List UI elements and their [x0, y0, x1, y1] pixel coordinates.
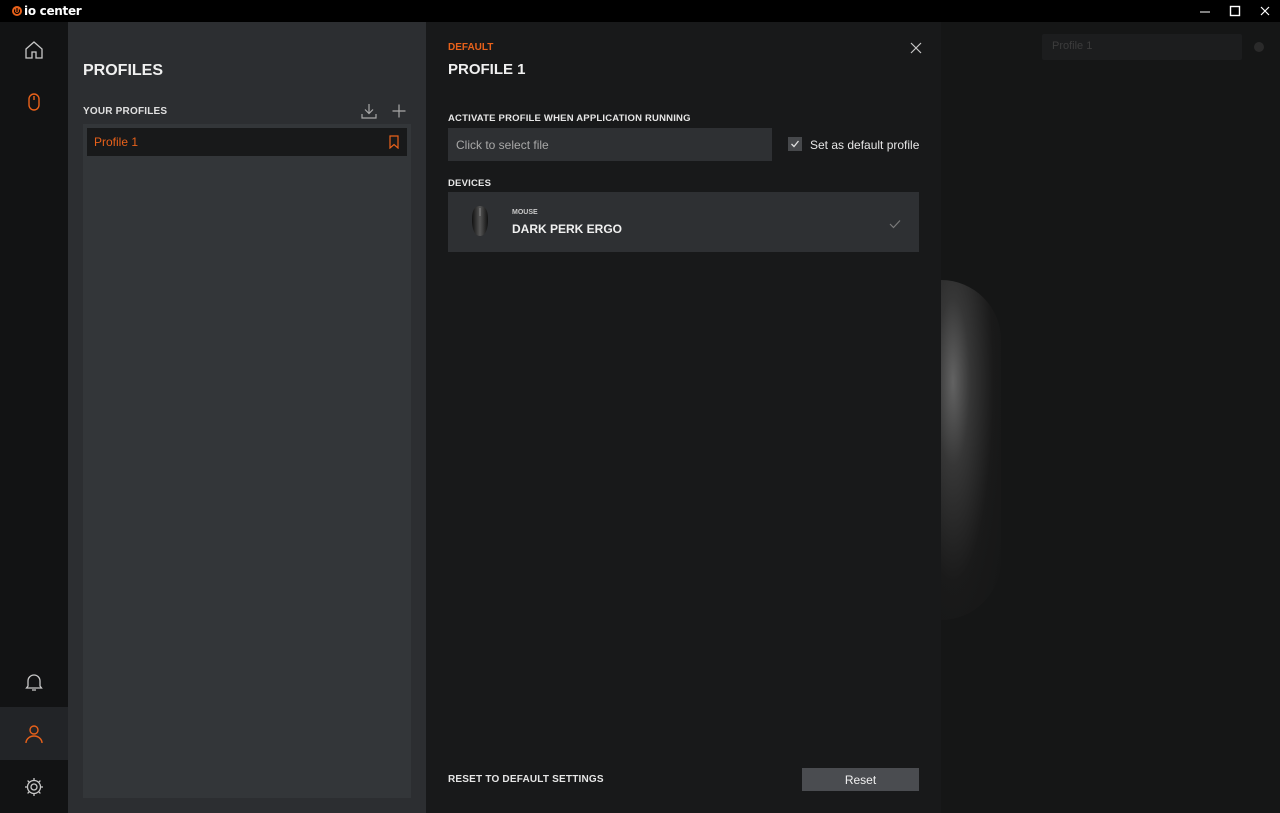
activate-profile-label: ACTIVATE PROFILE WHEN APPLICATION RUNNIN…	[448, 113, 691, 124]
background-info-icon	[1254, 42, 1264, 52]
profiles-button[interactable]	[0, 707, 68, 760]
notifications-button[interactable]	[0, 655, 68, 708]
import-profile-button[interactable]	[360, 102, 378, 120]
logo-mark-icon	[12, 6, 22, 16]
checkmark-icon	[791, 140, 800, 148]
list-item-profile-1[interactable]: Profile 1	[87, 128, 407, 156]
default-profile-label: Set as default profile	[810, 138, 920, 152]
home-button[interactable]	[0, 23, 68, 76]
bookmark-icon[interactable]	[389, 135, 399, 152]
bell-icon	[25, 673, 43, 691]
app-title: io center	[24, 4, 82, 18]
default-profile-checkbox[interactable]	[788, 137, 802, 151]
minimize-button[interactable]	[1190, 0, 1220, 22]
close-icon	[910, 42, 922, 54]
add-profile-button[interactable]	[390, 102, 408, 120]
select-file-input[interactable]	[448, 128, 772, 161]
gear-icon	[25, 777, 43, 796]
settings-button[interactable]	[0, 760, 68, 813]
profile-detail-panel: DEFAULT PROFILE 1 ACTIVATE PROFILE WHEN …	[426, 22, 941, 813]
mouse-render-image	[941, 280, 1001, 620]
profile-item-label: Profile 1	[94, 135, 139, 149]
close-window-button[interactable]	[1250, 0, 1280, 22]
profiles-panel: PROFILES YOUR PROFILES Profile 1	[68, 22, 426, 813]
profile-name-heading: PROFILE 1	[448, 61, 526, 78]
profile-list: Profile 1	[83, 124, 411, 798]
devices-label: DEVICES	[448, 178, 492, 189]
maximize-button[interactable]	[1220, 0, 1250, 22]
navigation-rail	[0, 22, 68, 813]
device-name: DARK PERK ERGO	[512, 222, 623, 236]
device-type: MOUSE	[512, 209, 538, 216]
close-panel-button[interactable]	[908, 40, 924, 56]
your-profiles-label: YOUR PROFILES	[83, 106, 168, 117]
mouse-device-button[interactable]	[0, 75, 68, 128]
mouse-thumbnail-icon	[470, 205, 490, 242]
title-bar: io center	[0, 0, 1280, 22]
device-card-dark-perk-ergo[interactable]: MOUSE DARK PERK ERGO	[448, 192, 919, 252]
reset-defaults-label: RESET TO DEFAULT SETTINGS	[448, 774, 604, 785]
background-profile-select: Profile 1	[1042, 34, 1242, 60]
device-check-icon	[889, 216, 901, 234]
plus-icon	[392, 104, 406, 118]
download-icon	[361, 104, 377, 119]
app-logo: io center	[12, 4, 82, 18]
mouse-icon	[28, 92, 40, 111]
home-icon	[25, 40, 43, 59]
profiles-title: PROFILES	[83, 62, 164, 79]
reset-button[interactable]: Reset	[802, 768, 919, 791]
default-tag: DEFAULT	[448, 42, 494, 53]
user-icon	[25, 724, 43, 743]
